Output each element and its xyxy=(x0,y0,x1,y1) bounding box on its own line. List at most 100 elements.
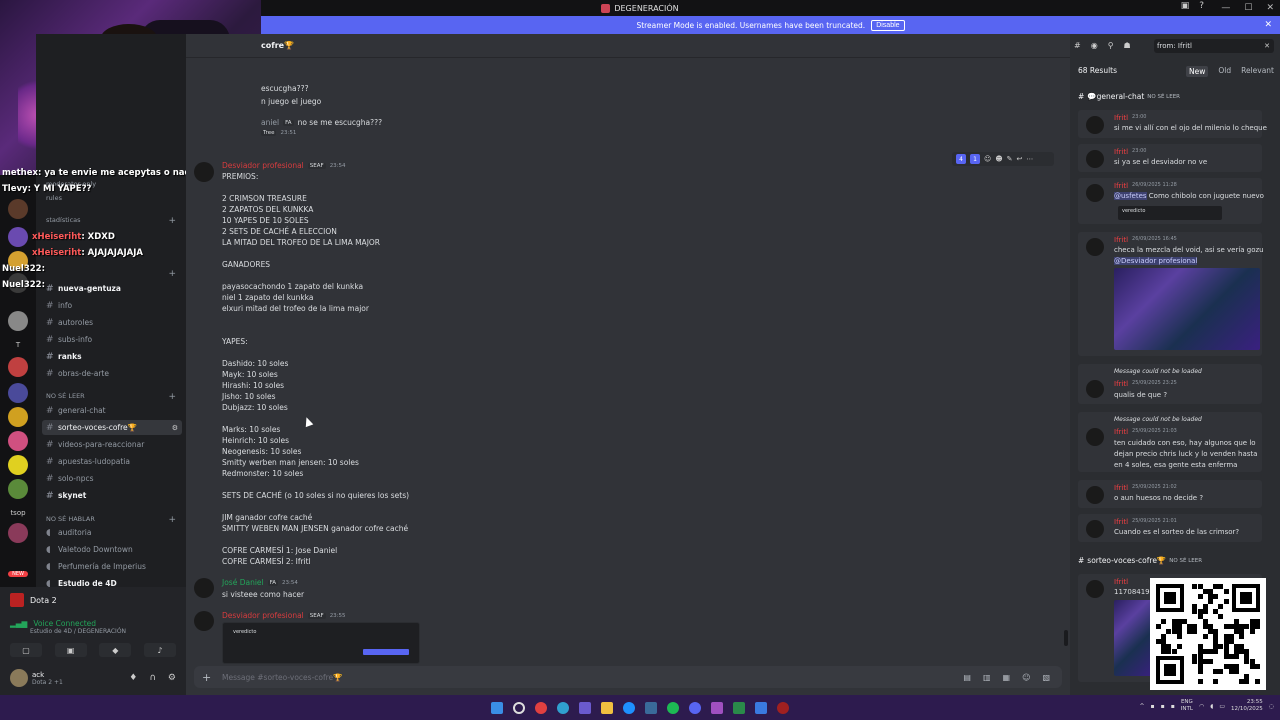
image-attachment[interactable] xyxy=(1114,600,1154,676)
language-indicator[interactable]: ENG INTL xyxy=(1181,699,1193,713)
scrollbar[interactable] xyxy=(1064,630,1068,646)
voice-channel[interactable]: ◖ Valetodo Downtown xyxy=(42,542,182,557)
dota-icon[interactable] xyxy=(777,701,789,714)
clock[interactable]: 23:55 12/10/2025 xyxy=(1231,699,1263,713)
close-window-button[interactable]: ✕ xyxy=(1266,3,1274,13)
message-author[interactable]: José Daniel FA 23:54 xyxy=(222,578,298,587)
search-result[interactable]: Ifritl 23:00 si me vi allí con el ojo del… xyxy=(1078,110,1267,138)
result-group-header[interactable]: # 💬general-chat NO SÉ LEER xyxy=(1078,92,1180,101)
channel-item[interactable]: # autoroles xyxy=(42,315,182,330)
more-icon[interactable]: ⋯ xyxy=(1026,155,1033,163)
message-author[interactable]: Desviador profesional SEAF 23:54 xyxy=(222,161,346,170)
pin-icon[interactable]: ⚲ xyxy=(1108,41,1114,50)
voice-channel[interactable]: ◖ Perfumería de Imperius xyxy=(42,559,182,574)
server-icon[interactable] xyxy=(8,431,28,451)
image-attachment[interactable] xyxy=(1114,268,1260,350)
server-icon[interactable] xyxy=(8,311,28,331)
reaction-count[interactable]: 4 xyxy=(956,154,966,164)
server-icon[interactable] xyxy=(8,199,28,219)
spotify-icon[interactable] xyxy=(667,701,679,714)
avatar[interactable] xyxy=(194,611,214,631)
camera-button[interactable]: ▢ xyxy=(10,643,42,657)
channel-item[interactable]: # info xyxy=(42,298,182,313)
folder-icon[interactable] xyxy=(601,701,613,714)
server-icon[interactable] xyxy=(8,523,28,543)
close-banner-icon[interactable]: ✕ xyxy=(1264,20,1272,30)
headphones-icon[interactable]: ∩ xyxy=(149,673,156,683)
apps-icon[interactable]: ▧ xyxy=(1042,673,1050,682)
avatar[interactable] xyxy=(194,578,214,598)
battery-icon[interactable]: ▭ xyxy=(1219,703,1225,710)
tray-icon[interactable]: ▪ xyxy=(1171,703,1175,710)
add-channel-icon[interactable]: + xyxy=(168,392,176,402)
server-icon[interactable] xyxy=(8,479,28,499)
members-icon[interactable]: ☗ xyxy=(1124,41,1131,50)
help-icon[interactable]: ? xyxy=(1199,1,1204,11)
app-icon[interactable] xyxy=(579,701,591,714)
search-result[interactable]: Message could not be loaded Ifritl 25/09/… xyxy=(1078,412,1262,472)
search-result[interactable]: Ifritl 26/09/2025 11:28 @usfetes Como chi… xyxy=(1078,178,1264,224)
search-icon[interactable] xyxy=(513,701,525,714)
server-icon[interactable] xyxy=(8,407,28,427)
gift-icon[interactable]: ▤ xyxy=(963,673,971,682)
chrome-icon[interactable] xyxy=(535,701,547,714)
channel-item[interactable]: # obras-de-arte xyxy=(42,366,182,381)
search-input[interactable]: from: Ifritl ✕ xyxy=(1154,39,1274,53)
server-label[interactable]: tsop xyxy=(8,509,28,517)
message-author[interactable]: Desviador profesional SEAF 23:55 xyxy=(222,611,346,620)
message-embed[interactable]: veredicto xyxy=(222,622,420,664)
screen-share-button[interactable]: ▣ xyxy=(54,643,87,657)
volume-icon[interactable]: ◖ xyxy=(1210,703,1213,710)
channel-item-active[interactable]: # sorteo-voces-cofre🏆 ⚙ xyxy=(42,420,182,435)
excel-icon[interactable] xyxy=(733,701,745,714)
embed-button[interactable] xyxy=(363,649,409,655)
voice-status[interactable]: ▂▄▆ Voice Connected xyxy=(10,619,96,628)
start-icon[interactable] xyxy=(491,701,503,714)
edit-icon[interactable]: ✎ xyxy=(1007,155,1013,163)
search-result[interactable]: Ifritl 25/09/2025 21:01 Cuando es el sort… xyxy=(1078,514,1262,542)
clear-search-icon[interactable]: ✕ xyxy=(1264,42,1270,50)
gif-icon[interactable]: ▥ xyxy=(983,673,991,682)
category-no-se-leer[interactable]: NO SÉ LEER + xyxy=(46,392,176,402)
server-icon[interactable] xyxy=(8,227,28,247)
microphone-icon[interactable]: ♦ xyxy=(129,673,137,683)
server-icon[interactable] xyxy=(8,357,28,377)
disable-streamer-mode-button[interactable]: Disable xyxy=(871,19,905,31)
maximize-button[interactable]: ☐ xyxy=(1244,3,1252,13)
gear-icon[interactable]: ⚙ xyxy=(172,424,178,432)
notes-icon[interactable] xyxy=(755,701,767,714)
server-label[interactable]: T xyxy=(8,341,28,349)
tray-icon[interactable]: ▪ xyxy=(1161,703,1165,710)
avatar[interactable] xyxy=(194,162,214,182)
message-composer[interactable]: + Message #sorteo-voces-cofre🏆 ▤ ▥ ▦ ☺ ▧ xyxy=(194,666,1062,688)
steam-icon[interactable] xyxy=(645,701,657,714)
edge-icon[interactable] xyxy=(557,701,569,714)
add-reaction-icon[interactable]: ☻ xyxy=(995,155,1002,163)
sort-new-tab[interactable]: New xyxy=(1185,66,1209,77)
browser-icon[interactable] xyxy=(623,701,635,714)
thread-icon[interactable]: # xyxy=(1074,41,1081,50)
chevron-up-icon[interactable]: ^ xyxy=(1140,703,1145,710)
channel-item[interactable]: # skynet xyxy=(42,488,182,503)
activity-button[interactable]: ◆ xyxy=(99,643,132,657)
minimize-button[interactable]: — xyxy=(1221,3,1230,13)
user-info[interactable]: ack Dota 2 +1 xyxy=(10,669,63,687)
server-icon[interactable] xyxy=(8,455,28,475)
reply-icon[interactable]: ↩ xyxy=(1017,155,1023,163)
channel-item[interactable]: # ranks xyxy=(42,349,182,364)
sort-relevant-tab[interactable]: Relevant xyxy=(1241,66,1274,77)
emoji-icon[interactable]: ☺ xyxy=(984,155,991,163)
channel-item[interactable]: # subs-info xyxy=(42,332,182,347)
search-result[interactable]: Message could not be loaded Ifritl 25/09/… xyxy=(1078,364,1262,404)
sticker-icon[interactable]: ▦ xyxy=(1003,673,1011,682)
sort-old-tab[interactable]: Old xyxy=(1218,66,1231,77)
add-channel-icon[interactable]: + xyxy=(168,269,176,279)
search-result[interactable]: Ifritl 26/09/2025 16:45 checa la mezcla d… xyxy=(1078,232,1264,356)
add-channel-icon[interactable]: + xyxy=(168,515,176,525)
soundboard-button[interactable]: ♪ xyxy=(143,643,176,657)
tray-icon[interactable]: ▪ xyxy=(1151,703,1155,710)
channel-item[interactable]: # videos-para-reaccionar xyxy=(42,437,182,452)
gear-icon[interactable]: ⚙ xyxy=(168,673,176,683)
add-channel-icon[interactable]: + xyxy=(168,216,176,226)
inbox-icon[interactable]: ▣ xyxy=(1181,1,1190,11)
